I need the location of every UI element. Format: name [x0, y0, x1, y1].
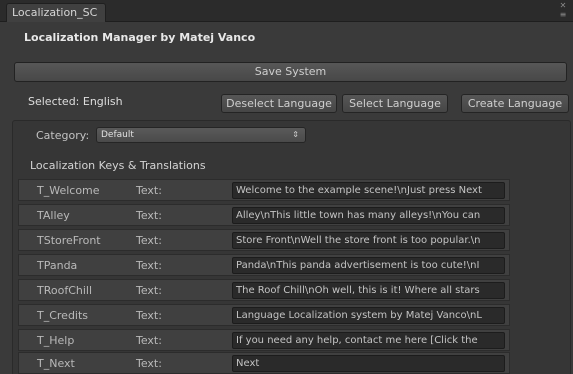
create-language-button[interactable]: Create Language [461, 94, 569, 113]
key-type-label: Text: [136, 259, 162, 272]
dropdown-arrow-icon: ⇕ [292, 130, 299, 139]
key-row: T_Credits Text: Language Localization sy… [18, 304, 510, 326]
translation-field[interactable]: Panda\nThis panda advertisement is too c… [232, 257, 505, 274]
translation-field[interactable]: Store Front\nWell the store front is too… [232, 232, 505, 249]
category-selected-value: Default [101, 130, 134, 140]
key-name: TStoreFront [37, 234, 101, 247]
key-name: TRoofChill [37, 284, 93, 297]
key-row: T_Welcome Text: Welcome to the example s… [18, 179, 510, 201]
key-row: TAlley Text: Alley\nThis little town has… [18, 204, 510, 226]
translation-field[interactable]: Language Localization system by Matej Va… [232, 307, 505, 324]
translation-field[interactable]: Welcome to the example scene!\nJust pres… [232, 182, 505, 199]
key-row: T_Next Text: Next [18, 352, 510, 374]
save-system-button[interactable]: Save System [14, 62, 567, 82]
key-name: T_Next [37, 357, 75, 370]
translation-field[interactable]: Next [232, 355, 505, 372]
window-tab[interactable]: Localization_SC [6, 3, 106, 22]
key-type-label: Text: [136, 209, 162, 222]
selected-language-label: Selected: English [28, 95, 123, 108]
key-type-label: Text: [136, 284, 162, 297]
key-name: T_Welcome [37, 184, 100, 197]
key-type-label: Text: [136, 234, 162, 247]
translation-field[interactable]: The Roof Chill\nOh well, this is it! Whe… [232, 282, 505, 299]
key-name: TAlley [37, 209, 70, 222]
deselect-language-button[interactable]: Deselect Language [221, 94, 337, 113]
keys-section-title: Localization Keys & Translations [30, 159, 206, 172]
category-label: Category: [36, 129, 90, 142]
key-row: TRoofChill Text: The Roof Chill\nOh well… [18, 279, 510, 301]
key-name: T_Credits [37, 309, 89, 322]
key-name: TPanda [37, 259, 78, 272]
key-type-label: Text: [136, 309, 162, 322]
translation-field[interactable]: If you need any help, contact me here [C… [232, 332, 505, 349]
key-row: TPanda Text: Panda\nThis panda advertise… [18, 254, 510, 276]
page-title: Localization Manager by Matej Vanco [24, 31, 256, 44]
select-language-button[interactable]: Select Language [342, 94, 448, 113]
key-type-label: Text: [136, 357, 162, 370]
key-name: T_Help [37, 334, 75, 347]
key-type-label: Text: [136, 184, 162, 197]
window-menu-icon[interactable]: ✕ ≡ [556, 1, 570, 21]
key-row: T_Help Text: If you need any help, conta… [18, 329, 510, 351]
category-dropdown[interactable]: Default ⇕ [96, 127, 306, 143]
key-row: TStoreFront Text: Store Front\nWell the … [18, 229, 510, 251]
key-type-label: Text: [136, 334, 162, 347]
tab-bar: Localization_SC ✕ ≡ [0, 0, 573, 22]
translation-field[interactable]: Alley\nThis little town has many alleys!… [232, 207, 505, 224]
